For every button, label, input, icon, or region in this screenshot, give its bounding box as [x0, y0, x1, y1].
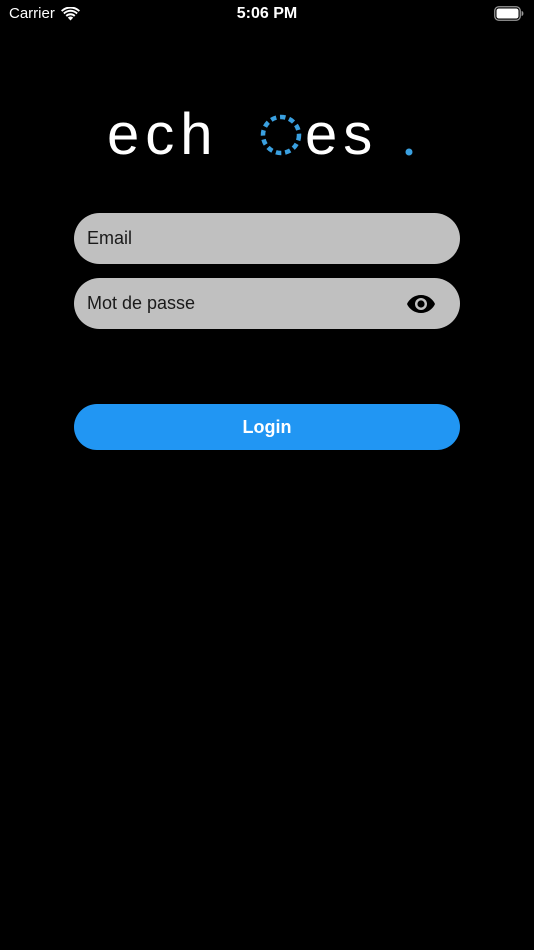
logo-accent-dot [405, 148, 413, 156]
status-bar: Carrier 5:06 PM [0, 0, 534, 30]
password-field[interactable] [74, 278, 460, 329]
password-input[interactable] [87, 288, 406, 319]
battery-icon [494, 6, 524, 21]
email-field[interactable] [74, 213, 460, 264]
echoes-logo: ech es [0, 100, 534, 170]
logo-text-start: ech [107, 102, 219, 167]
logo-dotted-o-icon [260, 114, 302, 156]
logo-text-end: es [305, 102, 378, 167]
login-button-label: Login [242, 416, 292, 437]
status-time: 5:06 PM [236, 5, 298, 22]
logo-wordmark: ech es [107, 102, 413, 167]
login-button[interactable]: Login [74, 404, 460, 450]
eye-icon[interactable] [406, 294, 436, 314]
email-input[interactable] [87, 223, 436, 254]
